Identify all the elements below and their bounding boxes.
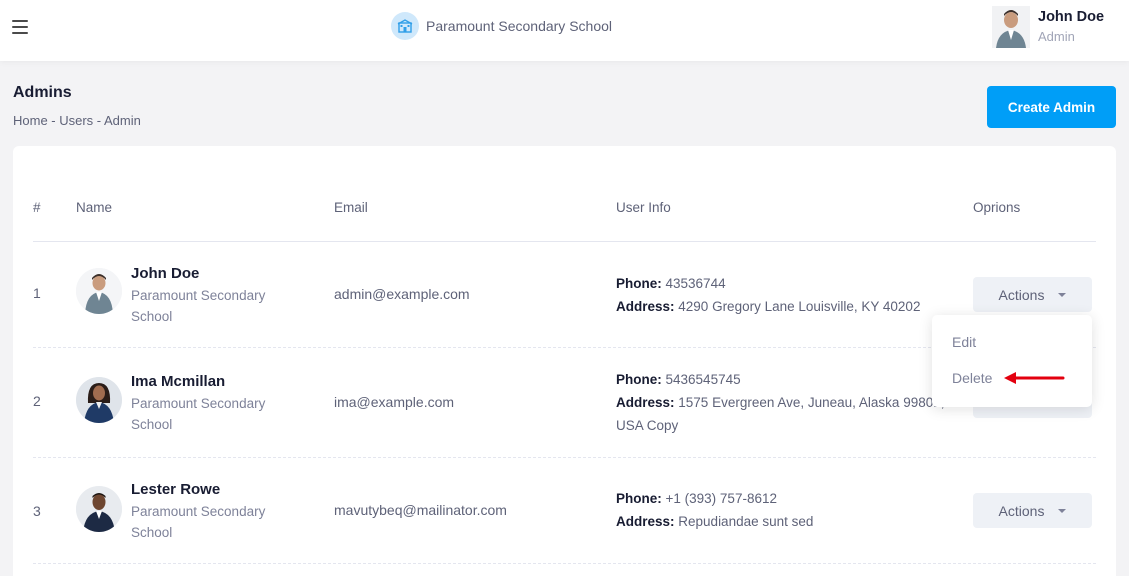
phone-label: Phone: xyxy=(616,491,662,506)
menu-item-edit[interactable]: Edit xyxy=(952,334,976,350)
user-menu[interactable]: John Doe Admin xyxy=(992,6,1104,48)
caret-down-icon xyxy=(1058,508,1067,513)
address-label: Address: xyxy=(616,395,675,410)
row-index: 3 xyxy=(33,503,41,519)
row-index: 2 xyxy=(33,393,41,409)
phone-label: Phone: xyxy=(616,276,662,291)
row-actions-button[interactable]: Actions xyxy=(973,277,1092,312)
row-divider xyxy=(33,563,1096,564)
row-school: Paramount Secondary School xyxy=(131,396,266,432)
menu-item-delete[interactable]: Delete xyxy=(952,370,992,386)
user-avatar[interactable] xyxy=(992,6,1030,48)
user-name: John Doe xyxy=(1038,9,1105,25)
row-user-info: Phone: 43536744 Address: 4290 Gregory La… xyxy=(616,272,946,318)
annotation-arrow-icon xyxy=(1004,372,1065,384)
brand[interactable]: Paramount Secondary School xyxy=(391,12,612,40)
column-header-name: Name xyxy=(76,200,113,215)
actions-label: Actions xyxy=(998,502,1045,519)
address-label: Address: xyxy=(616,514,675,529)
actions-dropdown-menu: Edit Delete xyxy=(932,315,1092,407)
row-school: Paramount Secondary School xyxy=(131,288,266,324)
row-phone: 5436545745 xyxy=(665,372,741,387)
row-actions-button[interactable]: Actions xyxy=(973,493,1092,528)
phone-label: Phone: xyxy=(616,372,662,387)
row-school: Paramount Secondary School xyxy=(131,504,266,540)
row-name: Ima Mcmillan xyxy=(131,373,226,390)
brand-name: Paramount Secondary School xyxy=(426,18,612,34)
caret-down-icon xyxy=(1058,292,1067,297)
row-index: 1 xyxy=(33,285,41,301)
row-avatar xyxy=(76,268,122,314)
page-title: Admins xyxy=(13,84,72,101)
actions-label: Actions xyxy=(998,286,1045,303)
column-header-email: Email xyxy=(334,200,368,215)
row-email: mavutybeq@mailinator.com xyxy=(334,502,507,518)
row-email: ima@example.com xyxy=(334,394,455,410)
row-phone: +1 (393) 757-8612 xyxy=(665,491,777,506)
school-logo-icon xyxy=(391,12,419,40)
top-bar: Paramount Secondary School John Doe Admi… xyxy=(0,0,1129,61)
row-name: John Doe xyxy=(131,265,200,282)
create-admin-button[interactable]: Create Admin xyxy=(987,86,1116,128)
user-role: Admin xyxy=(1038,29,1075,44)
row-divider xyxy=(33,457,1096,458)
row-name: Lester Rowe xyxy=(131,481,221,498)
row-email: admin@example.com xyxy=(334,286,470,302)
row-address: Repudiandae sunt sed xyxy=(678,514,814,529)
menu-icon[interactable] xyxy=(12,20,28,34)
row-phone: 43536744 xyxy=(665,276,726,291)
address-label: Address: xyxy=(616,299,675,314)
header-divider xyxy=(33,241,1096,242)
row-user-info: Phone: +1 (393) 757-8612 Address: Repudi… xyxy=(616,487,946,533)
row-address: 4290 Gregory Lane Louisville, KY 40202 xyxy=(678,299,921,314)
row-user-info: Phone: 5436545745 Address: 1575 Evergree… xyxy=(616,368,946,437)
column-header-user-info: User Info xyxy=(616,200,671,215)
breadcrumb[interactable]: Home - Users - Admin xyxy=(13,113,141,128)
column-header-index: # xyxy=(33,200,41,215)
row-avatar xyxy=(76,377,122,423)
column-header-options: Oprions xyxy=(973,200,1021,215)
row-avatar xyxy=(76,486,122,532)
